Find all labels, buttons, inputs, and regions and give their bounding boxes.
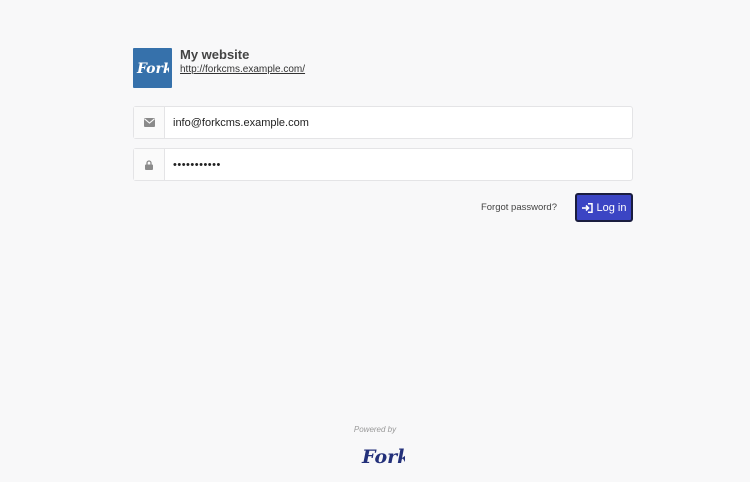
email-input-group — [133, 106, 633, 139]
lock-icon — [134, 149, 165, 180]
site-header: Fork My website http://forkcms.example.c… — [133, 48, 633, 88]
password-input-group — [133, 148, 633, 181]
site-title: My website — [180, 47, 250, 62]
powered-by-label: Powered by — [353, 425, 397, 434]
fork-logo: Fork — [133, 48, 172, 88]
password-field[interactable] — [165, 149, 632, 180]
fork-logo-mark: Fork — [136, 61, 169, 77]
svg-text:Fork: Fork — [361, 446, 405, 468]
forgot-password-link[interactable]: Forgot password? — [481, 202, 557, 213]
site-url-link[interactable]: http://forkcms.example.com/ — [180, 64, 305, 76]
login-button[interactable]: Log in — [575, 193, 633, 222]
email-field[interactable] — [165, 107, 632, 138]
sign-in-icon — [581, 202, 593, 213]
fork-footer-logo[interactable]: Fork — [361, 443, 405, 469]
login-button-label: Log in — [596, 201, 627, 214]
svg-text:Fork: Fork — [136, 61, 169, 77]
envelope-icon — [134, 107, 165, 138]
